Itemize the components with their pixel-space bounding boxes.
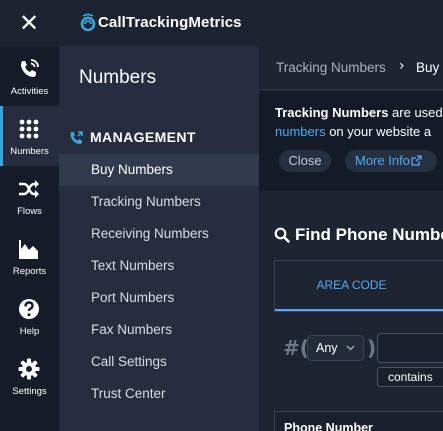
breadcrumb-current: Buy xyxy=(416,60,440,75)
rail-item-numbers[interactable]: Numbers xyxy=(0,106,59,166)
info-text-2: on your website a xyxy=(325,124,432,139)
main-content: Tracking Numbers › Buy Tracking Numbers … xyxy=(259,46,443,431)
subnav-item-fax-numbers[interactable]: Fax Numbers xyxy=(59,314,259,346)
tab-area-code[interactable]: AREA CODE xyxy=(275,261,443,311)
subnav-item-text-numbers[interactable]: Text Numbers xyxy=(59,250,259,282)
rail-label-reports: Reports xyxy=(12,266,47,277)
area-code-select[interactable]: Any xyxy=(307,335,364,361)
brand-logo: CallTrackingMetrics xyxy=(80,11,242,33)
breadcrumb-parent-link[interactable]: Tracking Numbers xyxy=(276,60,386,75)
section-label: MANAGEMENT xyxy=(90,129,196,145)
number-filter-row: #( Any ) xyxy=(283,333,443,364)
area-chart-icon xyxy=(19,240,38,259)
info-numbers-link[interactable]: numbers xyxy=(275,124,326,139)
subnav-item-buy-numbers[interactable]: Buy Numbers xyxy=(59,154,259,186)
rail-label-flows: Flows xyxy=(17,206,42,217)
search-icon xyxy=(274,227,290,243)
rail-item-settings[interactable]: Settings xyxy=(0,346,59,406)
external-link-icon xyxy=(411,155,422,166)
find-title-text: Find Phone Numbe xyxy=(295,225,443,244)
info-line-2: numbers on your website a xyxy=(275,124,431,139)
gear-icon xyxy=(18,358,40,380)
subnav-item-tracking-numbers[interactable]: Tracking Numbers xyxy=(59,186,259,218)
question-icon xyxy=(19,299,39,319)
search-type-tabs: AREA CODE xyxy=(274,260,443,312)
match-type-select[interactable]: contains xyxy=(377,367,443,387)
more-info-button[interactable]: More Info xyxy=(345,150,437,172)
keypad-icon xyxy=(19,119,39,139)
brand-phone-icon xyxy=(80,13,96,32)
number-pattern-input[interactable] xyxy=(377,333,443,363)
rail-item-reports[interactable]: Reports xyxy=(0,226,59,286)
active-tab-indicator xyxy=(275,309,443,311)
rail-item-activities[interactable]: Activities xyxy=(0,46,59,106)
rail-item-help[interactable]: Help xyxy=(0,286,59,346)
close-paren: ) xyxy=(367,336,377,360)
rail-label-settings: Settings xyxy=(12,386,47,397)
results-table: Phone Number xyxy=(274,411,443,431)
subnav-item-port-numbers[interactable]: Port Numbers xyxy=(59,282,259,314)
subnav-title: Numbers xyxy=(79,67,157,88)
chevron-down-icon xyxy=(346,345,355,351)
hash-open-paren: #( xyxy=(283,336,309,360)
subnav-item-call-settings[interactable]: Call Settings xyxy=(59,346,259,378)
close-icon[interactable]: ✕ xyxy=(12,8,46,38)
top-bar: ✕ CallTrackingMetrics xyxy=(0,0,443,46)
subnav-item-trust-center[interactable]: Trust Center xyxy=(59,378,259,410)
rail-item-flows[interactable]: Flows xyxy=(0,166,59,226)
numbers-subnav: Numbers MANAGEMENT Buy Numbers Tracking … xyxy=(59,46,259,431)
find-phone-numbers-heading: Find Phone Numbe xyxy=(274,223,443,247)
info-bold-text: Tracking Numbers xyxy=(275,105,389,120)
more-info-label: More Info xyxy=(355,153,410,168)
info-banner: Tracking Numbers are used numbers on you… xyxy=(259,91,443,191)
phone-signal-icon xyxy=(21,59,39,77)
subnav-item-receiving-numbers[interactable]: Receiving Numbers xyxy=(59,218,259,250)
brand-name: CallTrackingMetrics xyxy=(98,13,242,31)
area-code-select-value: Any xyxy=(316,341,338,355)
icon-rail: Activities Numbers Flows Reports Help Se… xyxy=(0,46,59,431)
rail-label-numbers: Numbers xyxy=(10,146,49,157)
phone-number-column-header: Phone Number xyxy=(284,421,373,431)
phone-forward-icon xyxy=(70,130,83,144)
info-line-1: Tracking Numbers are used xyxy=(275,105,443,120)
rail-label-help: Help xyxy=(19,326,40,337)
info-close-button[interactable]: Close xyxy=(279,150,331,172)
breadcrumb-separator-icon: › xyxy=(399,58,405,74)
info-text: are used xyxy=(388,105,443,120)
shuffle-icon xyxy=(19,180,39,198)
management-section-header: MANAGEMENT xyxy=(69,127,196,147)
breadcrumb: Tracking Numbers › Buy xyxy=(259,46,443,90)
rail-label-activities: Activities xyxy=(10,86,49,97)
